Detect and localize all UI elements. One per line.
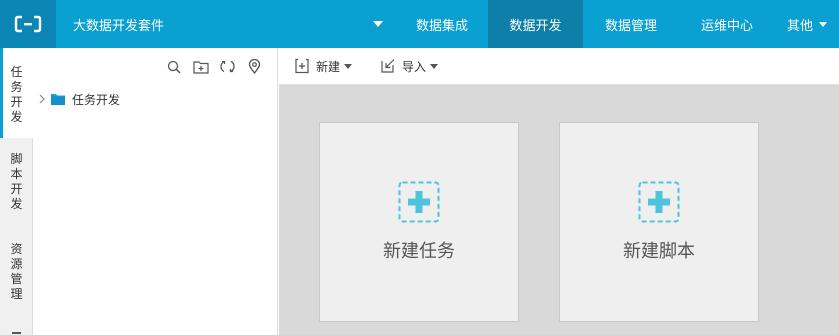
workspace-toolbar: 新建 导入 (279, 48, 839, 85)
nav-data-development[interactable]: 数据开发 (488, 0, 583, 48)
next-tab-partial[interactable] (12, 332, 21, 334)
new-dropdown-button[interactable]: 新建 (294, 58, 353, 75)
locate-icon[interactable] (246, 58, 263, 75)
import-icon (380, 58, 396, 74)
refresh-icon[interactable] (219, 58, 236, 75)
chevron-right-icon[interactable] (37, 93, 47, 105)
chevron-down-icon (819, 21, 827, 27)
tab-task-development[interactable]: 任 务 开 发 (0, 48, 33, 138)
tab-script-development[interactable]: 脚 本 开 发 (0, 152, 33, 218)
tree-toolbar (165, 58, 263, 75)
new-folder-icon[interactable] (192, 58, 209, 75)
new-file-icon (294, 58, 310, 74)
nav-data-management[interactable]: 数据管理 (583, 0, 679, 48)
tab-resource-management[interactable]: 资 源 管 理 (0, 242, 33, 308)
chevron-down-icon (344, 63, 353, 69)
chevron-down-icon (373, 21, 383, 27)
main-workspace: 新建 导入 新建任务 新建脚本 (279, 48, 839, 335)
new-script-card[interactable]: 新建脚本 (559, 122, 759, 322)
app-switcher-dropdown[interactable] (360, 0, 396, 48)
plus-icon (638, 181, 680, 223)
plus-icon (398, 181, 440, 223)
aliyun-logo-icon[interactable] (0, 0, 56, 48)
nav-more[interactable]: 其他 (775, 0, 839, 48)
new-script-label: 新建脚本 (623, 241, 695, 262)
chevron-down-icon (430, 63, 439, 69)
main-nav: 数据集成 数据开发 数据管理 运维中心 其他 (396, 0, 839, 48)
import-dropdown-button[interactable]: 导入 (380, 58, 439, 75)
tree-node-label: 任务开发 (72, 92, 121, 107)
top-navigation-bar: 大数据开发套件 数据集成 数据开发 数据管理 运维中心 其他 (0, 0, 839, 48)
module-tabs: 任 务 开 发 脚 本 开 发 资 源 管 理 (0, 48, 33, 335)
folder-icon (51, 93, 65, 105)
new-task-label: 新建任务 (383, 241, 455, 262)
nav-data-integration[interactable]: 数据集成 (396, 0, 488, 48)
tree-node-task-development[interactable]: 任务开发 (37, 91, 120, 107)
task-tree-panel: 任务开发 (33, 48, 278, 335)
new-task-card[interactable]: 新建任务 (319, 122, 519, 322)
search-icon[interactable] (165, 58, 182, 75)
nav-ops-center[interactable]: 运维中心 (679, 0, 775, 48)
app-title[interactable]: 大数据开发套件 (56, 0, 360, 48)
